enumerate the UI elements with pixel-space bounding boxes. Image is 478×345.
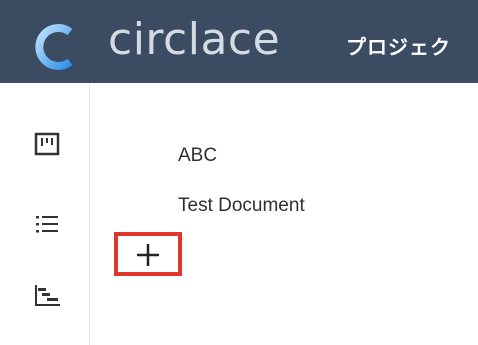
add-document-button[interactable]	[114, 232, 182, 276]
circle-c-logo-icon[interactable]	[27, 20, 81, 74]
kanban-board-icon	[30, 130, 64, 160]
app-name[interactable]: circlace	[108, 14, 280, 65]
list-icon	[30, 210, 64, 240]
sidebar-item-gantt[interactable]	[30, 280, 64, 310]
document-list: ABC Test Document	[90, 83, 478, 345]
document-item-abc[interactable]: ABC	[178, 145, 217, 167]
document-item-test-document[interactable]: Test Document	[178, 195, 305, 217]
sidebar-item-board[interactable]	[30, 130, 64, 160]
sidebar	[0, 83, 90, 345]
sidebar-item-list[interactable]	[30, 210, 64, 240]
nav-project-link[interactable]: プロジェク	[346, 31, 451, 60]
app-header: circlace プロジェク	[0, 0, 478, 83]
gantt-chart-icon	[30, 280, 64, 310]
